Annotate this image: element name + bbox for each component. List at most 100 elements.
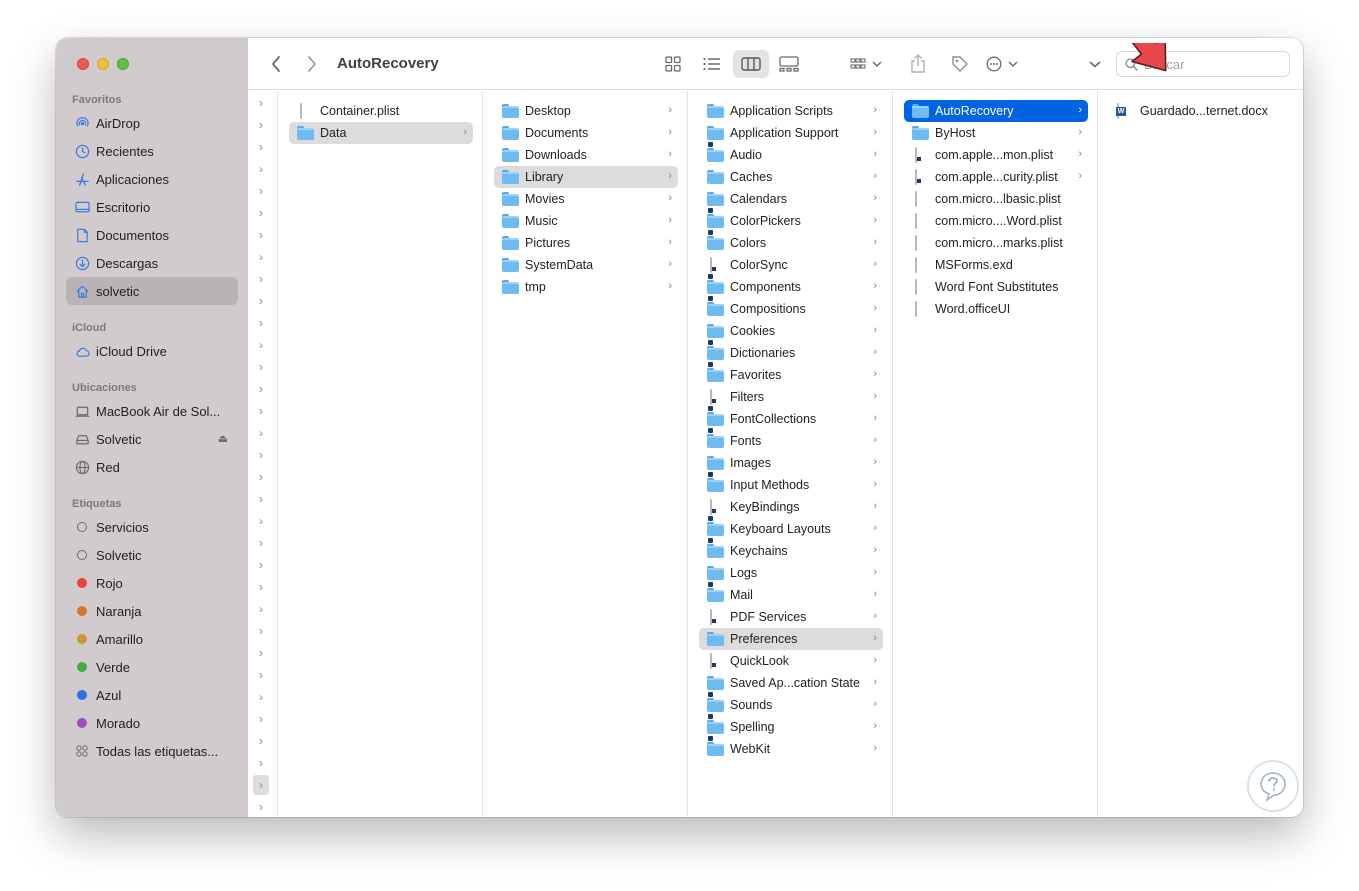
sidebar-item-escritorio[interactable]: Escritorio bbox=[66, 193, 238, 221]
chevron-right-icon: › bbox=[259, 646, 263, 660]
file-row-com-micro-marks-plist[interactable]: com.micro...marks.plist bbox=[904, 232, 1088, 254]
file-row-keychains[interactable]: Keychains › bbox=[699, 538, 883, 562]
chevron-right-icon: › bbox=[873, 456, 877, 468]
file-row-music[interactable]: Music › bbox=[494, 210, 678, 232]
sidebar-item-solvetic[interactable]: solvetic bbox=[66, 277, 238, 305]
file-row-com-micro-word-plist[interactable]: com.micro....Word.plist bbox=[904, 210, 1088, 232]
file-row-movies[interactable]: Movies › bbox=[494, 188, 678, 210]
chevron-right-icon: › bbox=[873, 258, 877, 270]
icon-view-button[interactable] bbox=[658, 50, 688, 78]
column-view-button[interactable] bbox=[733, 50, 769, 78]
sidebar-tag-solvetic[interactable]: Solvetic bbox=[66, 541, 238, 569]
file-row-autorecovery[interactable]: AutoRecovery › bbox=[904, 100, 1088, 122]
file-row-byhost[interactable]: ByHost › bbox=[904, 122, 1088, 144]
sidebar-item-documentos[interactable]: Documentos bbox=[66, 221, 238, 249]
file-row-audio[interactable]: Audio › bbox=[699, 142, 883, 166]
file-row-sounds[interactable]: Sounds › bbox=[699, 692, 883, 716]
sidebar-tag-todas-las-etiquetas[interactable]: Todas las etiquetas... bbox=[66, 737, 238, 765]
toolbar-overflow-button[interactable] bbox=[1086, 50, 1104, 78]
tag-button[interactable] bbox=[948, 50, 972, 78]
file-row-tmp[interactable]: tmp › bbox=[494, 276, 678, 298]
file-row-mail[interactable]: Mail › bbox=[699, 582, 883, 606]
folder-icon bbox=[707, 192, 724, 206]
chevron-right-icon: › bbox=[259, 580, 263, 594]
file-row-library[interactable]: Library › bbox=[494, 166, 678, 188]
file-row-container-plist[interactable]: Container.plist bbox=[289, 100, 473, 122]
file-row-application-support[interactable]: Application Support › bbox=[699, 122, 883, 144]
file-row-systemdata[interactable]: SystemData › bbox=[494, 254, 678, 276]
share-button[interactable] bbox=[906, 50, 930, 78]
sidebar-item-recientes[interactable]: Recientes bbox=[66, 137, 238, 165]
file-row-colors[interactable]: Colors › bbox=[699, 230, 883, 254]
chevron-right-icon: › bbox=[873, 302, 877, 314]
file-row-components[interactable]: Components › bbox=[699, 274, 883, 298]
file-row-colorpickers[interactable]: ColorPickers › bbox=[699, 208, 883, 232]
file-row-word-font-substitutes[interactable]: Word Font Substitutes bbox=[904, 276, 1088, 298]
file-row-spelling[interactable]: Spelling › bbox=[699, 714, 883, 738]
group-by-button[interactable] bbox=[846, 50, 886, 78]
minimize-window-button[interactable] bbox=[97, 58, 109, 70]
file-row-downloads[interactable]: Downloads › bbox=[494, 144, 678, 166]
back-button[interactable] bbox=[266, 50, 286, 78]
sidebar-tag-rojo[interactable]: Rojo bbox=[66, 569, 238, 597]
file-row-com-apple-mon-plist[interactable]: com.apple...mon.plist › bbox=[904, 144, 1088, 166]
chevron-down-icon bbox=[1089, 61, 1101, 68]
file-row-caches[interactable]: Caches › bbox=[699, 166, 883, 188]
file-row-application-scripts[interactable]: Application Scripts › bbox=[699, 100, 883, 122]
sidebar-tag-verde[interactable]: Verde bbox=[66, 653, 238, 681]
list-view-button[interactable] bbox=[697, 50, 727, 78]
file-row-pdf-services[interactable]: PDF Services › bbox=[699, 606, 883, 628]
file-row-input-methods[interactable]: Input Methods › bbox=[699, 472, 883, 496]
file-row-compositions[interactable]: Compositions › bbox=[699, 296, 883, 320]
file-row-webkit[interactable]: WebKit › bbox=[699, 736, 883, 760]
file-row-colorsync[interactable]: ColorSync › bbox=[699, 254, 883, 276]
sidebar-tag-azul[interactable]: Azul bbox=[66, 681, 238, 709]
file-alias-icon bbox=[912, 169, 929, 185]
sidebar-item-aplicaciones[interactable]: Aplicaciones bbox=[66, 165, 238, 193]
sidebar-item-red[interactable]: Red bbox=[66, 453, 238, 481]
file-row-favorites[interactable]: Favorites › bbox=[699, 362, 883, 386]
file-row-filters[interactable]: Filters › bbox=[699, 386, 883, 408]
close-window-button[interactable] bbox=[77, 58, 89, 70]
sidebar-tag-amarillo[interactable]: Amarillo bbox=[66, 625, 238, 653]
zoom-window-button[interactable] bbox=[117, 58, 129, 70]
sidebar-item-label: Morado bbox=[96, 715, 141, 731]
sidebar-tag-naranja[interactable]: Naranja bbox=[66, 597, 238, 625]
file-row-keybindings[interactable]: KeyBindings › bbox=[699, 496, 883, 518]
file-row-word-officeui[interactable]: Word.officeUI bbox=[904, 298, 1088, 320]
file-row-data[interactable]: Data › bbox=[289, 122, 473, 144]
eject-icon[interactable]: ⏏ bbox=[218, 432, 228, 445]
sidebar-item-icloud-drive[interactable]: iCloud Drive bbox=[66, 337, 238, 365]
file-row-desktop[interactable]: Desktop › bbox=[494, 100, 678, 122]
scrolled-column-strip[interactable]: › › › › › › › › › › › › › › › › › › › › › › › › › › › › › › › › › bbox=[248, 91, 278, 817]
sidebar-item-descargas[interactable]: Descargas bbox=[66, 249, 238, 277]
file-row-cookies[interactable]: Cookies › bbox=[699, 320, 883, 342]
more-actions-button[interactable] bbox=[982, 50, 1022, 78]
file-row-preferences[interactable]: Preferences › bbox=[699, 628, 883, 650]
sidebar-tag-servicios[interactable]: Servicios bbox=[66, 513, 238, 541]
gallery-view-button[interactable] bbox=[774, 50, 804, 78]
sidebar-tag-morado[interactable]: Morado bbox=[66, 709, 238, 737]
file-row-keyboard-layouts[interactable]: Keyboard Layouts › bbox=[699, 516, 883, 540]
file-row-pictures[interactable]: Pictures › bbox=[494, 232, 678, 254]
file-row-images[interactable]: Images › bbox=[699, 452, 883, 474]
file-row-guardado-ternet-docx[interactable]: W Guardado...ternet.docx bbox=[1109, 100, 1293, 122]
file-row-documents[interactable]: Documents › bbox=[494, 122, 678, 144]
file-row-logs[interactable]: Logs › bbox=[699, 562, 883, 584]
all-tags-icon bbox=[76, 745, 88, 757]
sidebar-item-macbook-air-de-sol[interactable]: MacBook Air de Sol... bbox=[66, 397, 238, 425]
file-row-dictionaries[interactable]: Dictionaries › bbox=[699, 340, 883, 364]
file-row-fontcollections[interactable]: FontCollections › bbox=[699, 406, 883, 430]
sidebar-item-solvetic[interactable]: Solvetic ⏏ bbox=[66, 425, 238, 453]
folder-icon bbox=[297, 126, 314, 140]
file-row-saved-ap-cation-state[interactable]: Saved Ap...cation State › bbox=[699, 672, 883, 694]
chevron-right-icon: › bbox=[873, 236, 877, 248]
file-row-fonts[interactable]: Fonts › bbox=[699, 428, 883, 452]
file-row-msforms-exd[interactable]: MSForms.exd bbox=[904, 254, 1088, 276]
file-row-com-apple-curity-plist[interactable]: com.apple...curity.plist › bbox=[904, 166, 1088, 188]
forward-button[interactable] bbox=[302, 50, 322, 78]
sidebar-item-airdrop[interactable]: AirDrop bbox=[66, 109, 238, 137]
file-row-calendars[interactable]: Calendars › bbox=[699, 188, 883, 210]
file-row-quicklook[interactable]: QuickLook › bbox=[699, 650, 883, 672]
file-row-com-micro-lbasic-plist[interactable]: com.micro...lbasic.plist bbox=[904, 188, 1088, 210]
